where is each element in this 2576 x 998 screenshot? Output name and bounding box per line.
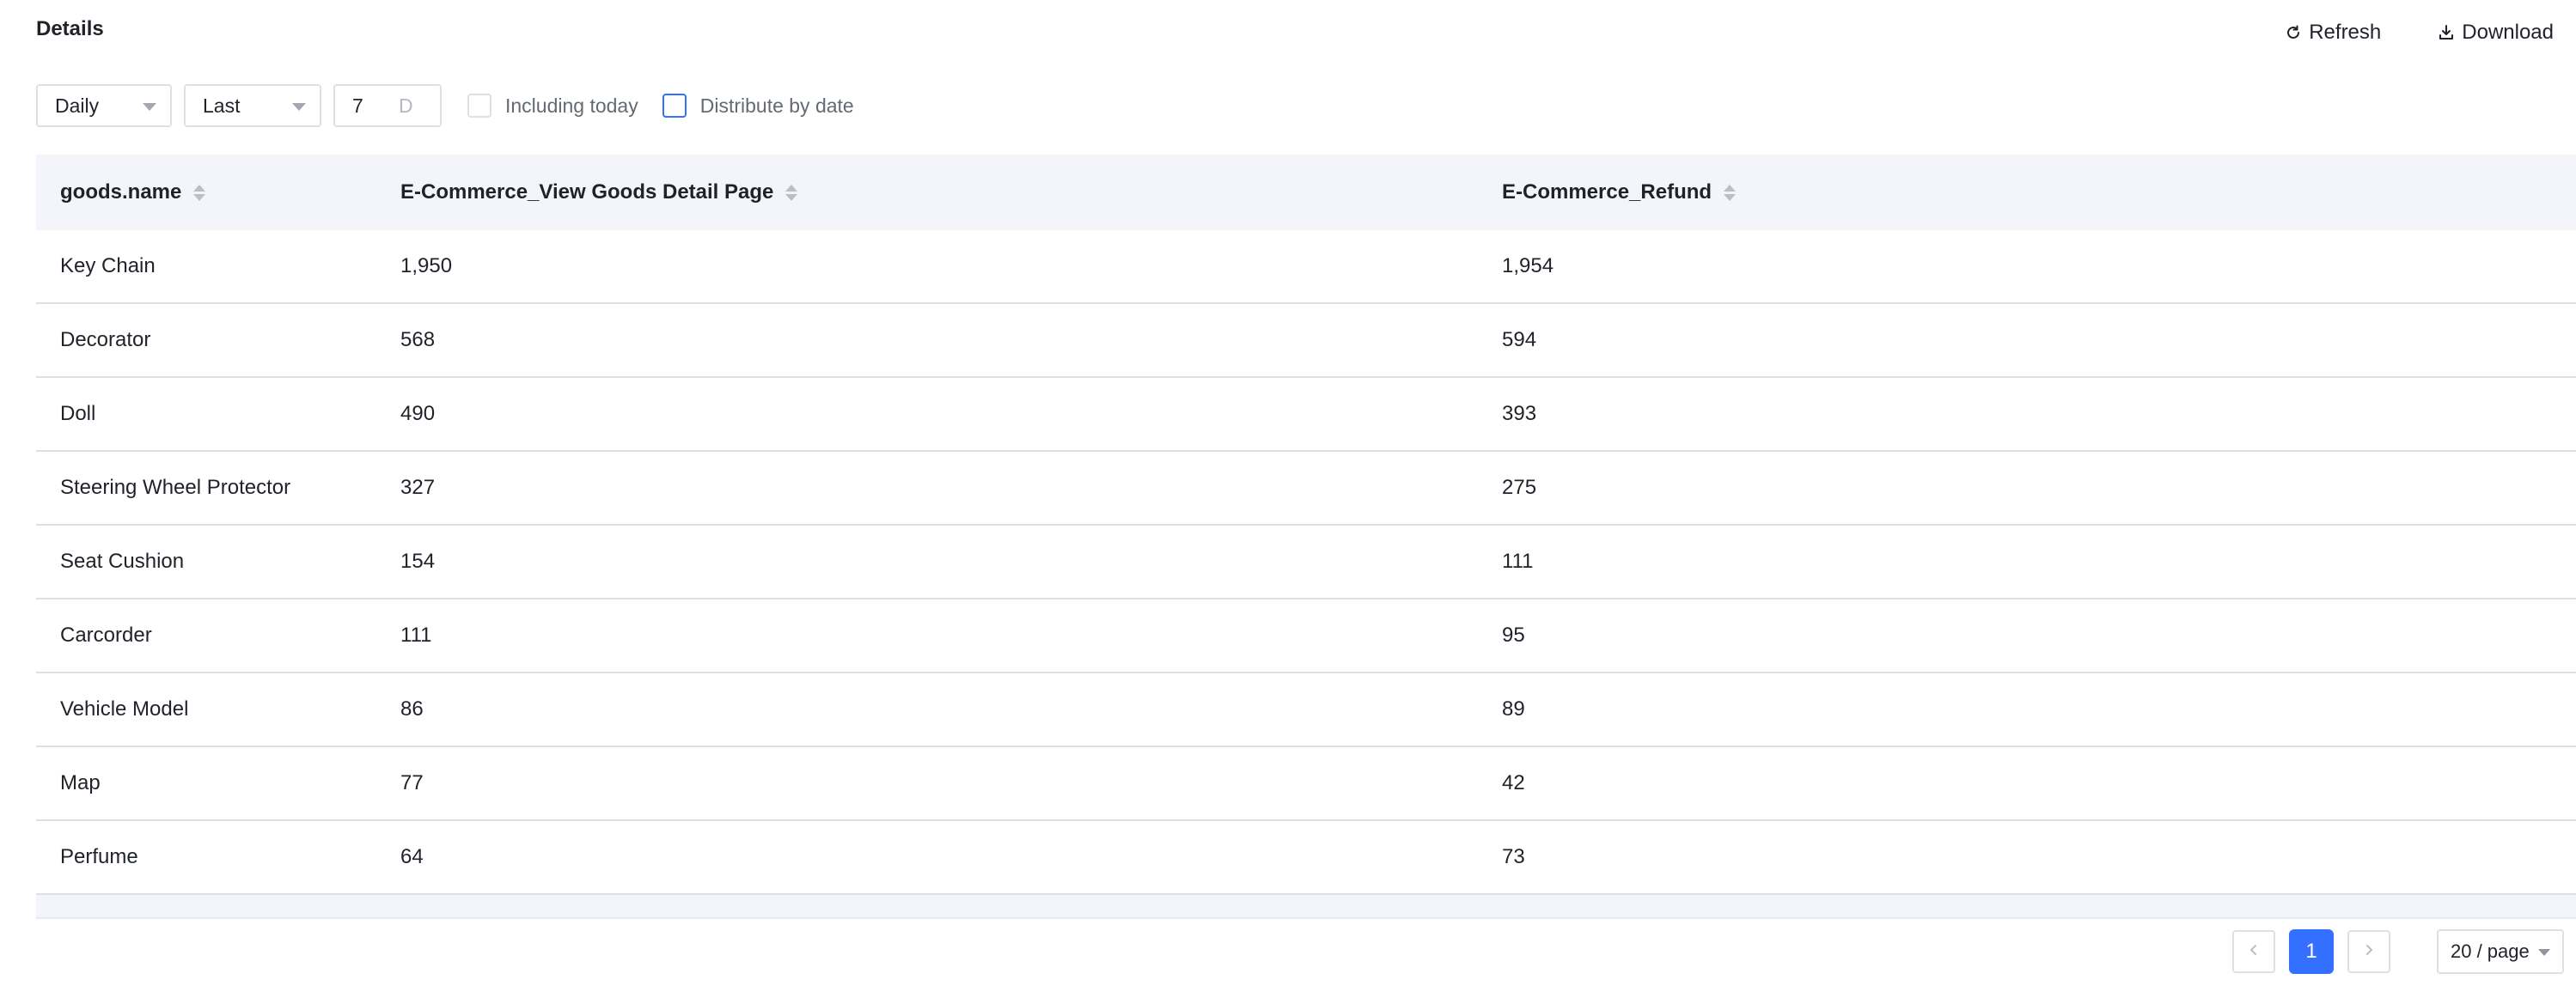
cell-refund-count: 1,954: [1502, 254, 1554, 277]
distribute-by-date-label: Distribute by date: [699, 94, 854, 117]
header-actions: Refresh Download: [2285, 21, 2554, 45]
page-size-value: 20 / page: [2451, 940, 2530, 962]
including-today-label: Including today: [505, 94, 638, 117]
table-row: Perfume 64 73: [36, 821, 2576, 895]
table-header: goods.name E-Commerce_View Goods Detail …: [36, 155, 2576, 230]
next-page-button[interactable]: [2347, 930, 2390, 973]
cell-goods-name: Decorator: [60, 328, 151, 351]
distribute-by-date-checkbox[interactable]: Distribute by date: [662, 94, 854, 118]
column-header-refund[interactable]: E-Commerce_Refund: [1502, 180, 1737, 204]
cell-goods-name: Seat Cushion: [60, 550, 185, 573]
range-mode-value: Last: [203, 94, 241, 117]
cell-goods-name: Map: [60, 771, 101, 794]
cell-goods-name: Carcorder: [60, 624, 152, 647]
cell-refund-count: 393: [1502, 402, 1537, 425]
refresh-button[interactable]: Refresh: [2285, 21, 2381, 45]
table-row: Doll 490 393: [36, 378, 2576, 452]
cell-refund-count: 42: [1502, 771, 1525, 794]
sort-icon[interactable]: [193, 184, 206, 201]
range-unit: D: [399, 94, 413, 117]
table-row: Decorator 568 594: [36, 304, 2576, 378]
download-button[interactable]: Download: [2438, 21, 2554, 45]
column-header-label: E-Commerce_Refund: [1502, 180, 1712, 204]
cell-goods-name: Key Chain: [60, 254, 156, 277]
chevron-left-icon: [2247, 943, 2261, 961]
column-header-label: E-Commerce_View Goods Detail Page: [400, 180, 774, 204]
cell-goods-name: Perfume: [60, 845, 138, 868]
sort-icon[interactable]: [1724, 184, 1737, 201]
table-row: Vehicle Model 86 89: [36, 673, 2576, 747]
cell-view-count: 86: [400, 697, 424, 721]
page-number-button[interactable]: 1: [2289, 929, 2334, 974]
column-header-label: goods.name: [60, 180, 182, 204]
chevron-down-icon: [2538, 949, 2550, 956]
cell-refund-count: 89: [1502, 697, 1525, 721]
cell-view-count: 1,950: [400, 254, 453, 277]
granularity-select[interactable]: Daily: [36, 84, 172, 127]
cell-view-count: 154: [400, 550, 436, 573]
refresh-label: Refresh: [2309, 21, 2382, 44]
checkbox-box[interactable]: [662, 94, 687, 118]
cell-goods-name: Doll: [60, 402, 96, 425]
cell-goods-name: Steering Wheel Protector: [60, 476, 291, 499]
cell-view-count: 490: [400, 402, 436, 425]
chevron-down-icon: [292, 103, 306, 111]
details-table: goods.name E-Commerce_View Goods Detail …: [36, 155, 2576, 919]
cell-view-count: 568: [400, 328, 436, 351]
download-icon: [2438, 24, 2455, 41]
cell-view-count: 77: [400, 771, 424, 794]
cell-refund-count: 73: [1502, 845, 1525, 868]
download-label: Download: [2462, 21, 2554, 44]
table-row: Carcorder 111 95: [36, 599, 2576, 673]
table-horizontal-scrollbar[interactable]: [36, 895, 2576, 919]
cell-refund-count: 275: [1502, 476, 1537, 499]
granularity-value: Daily: [55, 94, 100, 117]
cell-view-count: 327: [400, 476, 436, 499]
cell-goods-name: Vehicle Model: [60, 697, 189, 721]
cell-refund-count: 95: [1502, 624, 1525, 647]
column-header-view-goods-detail[interactable]: E-Commerce_View Goods Detail Page: [400, 180, 798, 204]
cell-view-count: 111: [400, 624, 432, 647]
page-title: Details: [36, 17, 104, 40]
checkbox-box[interactable]: [467, 94, 491, 118]
cell-view-count: 64: [400, 845, 424, 868]
pagination: 1 20 / page: [2232, 929, 2564, 974]
table-row: Map 77 42: [36, 747, 2576, 821]
cell-refund-count: 111: [1502, 550, 1534, 573]
table-row: Seat Cushion 154 111: [36, 526, 2576, 599]
page-size-select[interactable]: 20 / page: [2437, 929, 2564, 974]
chevron-down-icon: [143, 103, 156, 111]
including-today-checkbox[interactable]: Including today: [467, 94, 638, 118]
table-row: Key Chain 1,950 1,954: [36, 230, 2576, 304]
table-row: Steering Wheel Protector 327 275: [36, 452, 2576, 526]
refresh-icon: [2285, 24, 2302, 41]
chevron-right-icon: [2362, 943, 2376, 961]
column-header-goods-name[interactable]: goods.name: [60, 180, 206, 204]
range-mode-select[interactable]: Last: [184, 84, 321, 127]
range-value-input[interactable]: 7 D: [333, 84, 442, 127]
range-value: 7: [352, 94, 363, 117]
sort-icon[interactable]: [785, 184, 798, 201]
cell-refund-count: 594: [1502, 328, 1537, 351]
prev-page-button[interactable]: [2232, 930, 2275, 973]
filter-bar: Daily Last 7 D Including today Distribut…: [36, 84, 854, 127]
